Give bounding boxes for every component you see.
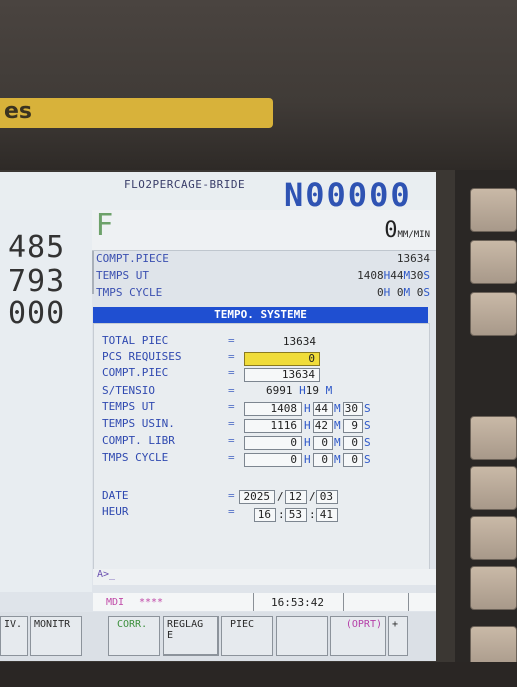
position-value-1: 485 [8,230,66,265]
row-label-temps-ut: TEMPS UT [102,400,155,413]
tmps-cycle-minutes[interactable]: 0 [313,453,333,467]
time-label: HEUR [102,505,129,518]
softkey-bar: IV. MONITR CORR. REGLAG E PIEC (OPRT) + [0,612,436,661]
unit-h: H [304,453,311,466]
unit-s: S [364,402,371,415]
mode-indicator: MDI [106,597,125,608]
softkey-empty[interactable] [276,616,328,656]
temps-usin-hours[interactable]: 1116 [244,419,302,433]
total-piec-value: 13634 [282,335,316,348]
side-key-7[interactable] [470,566,517,610]
unit-m: M [334,436,341,449]
equals-sign: = [228,334,235,347]
status-clock: 16:53:42 [271,596,324,609]
unit-h: H [304,419,311,432]
time-hour[interactable]: 16 [254,508,276,522]
date-day[interactable]: 03 [316,490,338,504]
position-value-2: 793 [8,264,66,299]
equals-sign: = [228,505,235,518]
compt-piec-input[interactable]: 13634 [244,368,320,382]
machine-bezel-top [0,0,517,170]
row-label-pcs-requises: PCS REQUISES [102,350,182,363]
temps-ut-seconds[interactable]: 30 [343,402,363,416]
tmps-cycle-hours[interactable]: 0 [244,453,302,467]
pcs-requises-input[interactable]: 0 [244,352,320,366]
date-year[interactable]: 2025 [239,490,275,504]
s-tensio-value: 6991 H19 M [266,384,333,397]
counter-value-cycle: 0H 0M 0S [377,286,430,299]
temps-usin-minutes[interactable]: 42 [313,419,333,433]
softkey-next[interactable]: + [388,616,408,656]
label-plate-text: es [4,99,33,124]
cnc-screen: FLO2PERCAGE-BRIDE N00000 485 793 000 F 0… [0,172,436,661]
date-month[interactable]: 12 [285,490,307,504]
compt-libr-minutes[interactable]: 0 [313,436,333,450]
counter-label-temps-ut: TEMPS UT [96,269,149,282]
status-stars: **** [139,597,164,608]
tmps-cycle-seconds[interactable]: 0 [343,453,363,467]
softkey-piec[interactable]: PIEC [221,616,273,656]
softkey-oprt[interactable]: (OPRT) [330,616,386,656]
unit-m: M [334,453,341,466]
counter-label-piece: COMPT.PIECE [96,252,169,265]
side-key-4[interactable] [470,416,517,460]
softkey-monitr[interactable]: MONITR [30,616,82,656]
program-header: FLO2PERCAGE-BRIDE N00000 [0,172,436,214]
temps-ut-minutes[interactable]: 44 [313,402,333,416]
equals-sign: = [228,489,235,502]
machine-label-plate: es [0,98,273,128]
equals-sign: = [228,451,235,464]
program-number: N00000 [284,176,412,214]
softkey-iv[interactable]: IV. [0,616,28,656]
date-label: DATE [102,489,129,502]
unit-h: H [304,436,311,449]
feed-letter: F [96,208,114,243]
row-label-tmps-cycle: TMPS CYCLE [102,451,169,464]
softkey-corr[interactable]: CORR. [108,616,160,656]
softkey-reglage[interactable]: REGLAG E [163,616,219,656]
row-label-s-tensio: S/TENSIO [102,384,155,397]
counter-value-temps-ut: 1408H44M30S [357,269,430,282]
row-label-compt-piec: COMPT.PIEC [102,366,169,379]
timer-panel: TOTAL PIEC = 13634 PCS REQUISES = 0 COMP… [93,323,430,571]
row-label-temps-usin: TEMPS USIN. [102,417,175,430]
compt-libr-hours[interactable]: 0 [244,436,302,450]
time-second[interactable]: 41 [316,508,338,522]
equals-sign: = [228,434,235,447]
feed-value: 0MM/MIN [384,218,430,243]
panel-title: TEMPO. SYSTEME [93,307,428,323]
equals-sign: = [228,384,235,397]
side-key-2[interactable] [470,240,517,284]
feedrate-display: F 0MM/MIN [92,208,436,251]
equals-sign: = [228,366,235,379]
side-key-3[interactable] [470,292,517,336]
compt-libr-seconds[interactable]: 0 [343,436,363,450]
counter-value-piece: 13634 [396,252,430,265]
unit-s: S [364,436,371,449]
counter-label-cycle: TMPS CYCLE [96,286,163,299]
side-key-6[interactable] [470,516,517,560]
time-minute[interactable]: 53 [285,508,307,522]
equals-sign: = [228,350,235,363]
temps-ut-hours[interactable]: 1408 [244,402,302,416]
side-key-1[interactable] [470,188,517,232]
row-label-compt-libr: COMPT. LIBR [102,434,175,447]
machine-bezel-bottom [0,662,517,687]
equals-sign: = [228,400,235,413]
position-value-3: 000 [8,296,66,331]
unit-s: S [364,419,371,432]
unit-h: H [304,402,311,415]
command-input[interactable]: A>_ [93,569,436,585]
status-bar: MDI **** 16:53:42 [93,593,436,611]
temps-usin-seconds[interactable]: 9 [343,419,363,433]
unit-m: M [334,419,341,432]
unit-m: M [334,402,341,415]
equals-sign: = [228,417,235,430]
row-label-total-piec: TOTAL PIEC [102,334,169,347]
side-key-5[interactable] [470,466,517,510]
program-name: FLO2PERCAGE-BRIDE [124,178,246,191]
unit-s: S [364,453,371,466]
